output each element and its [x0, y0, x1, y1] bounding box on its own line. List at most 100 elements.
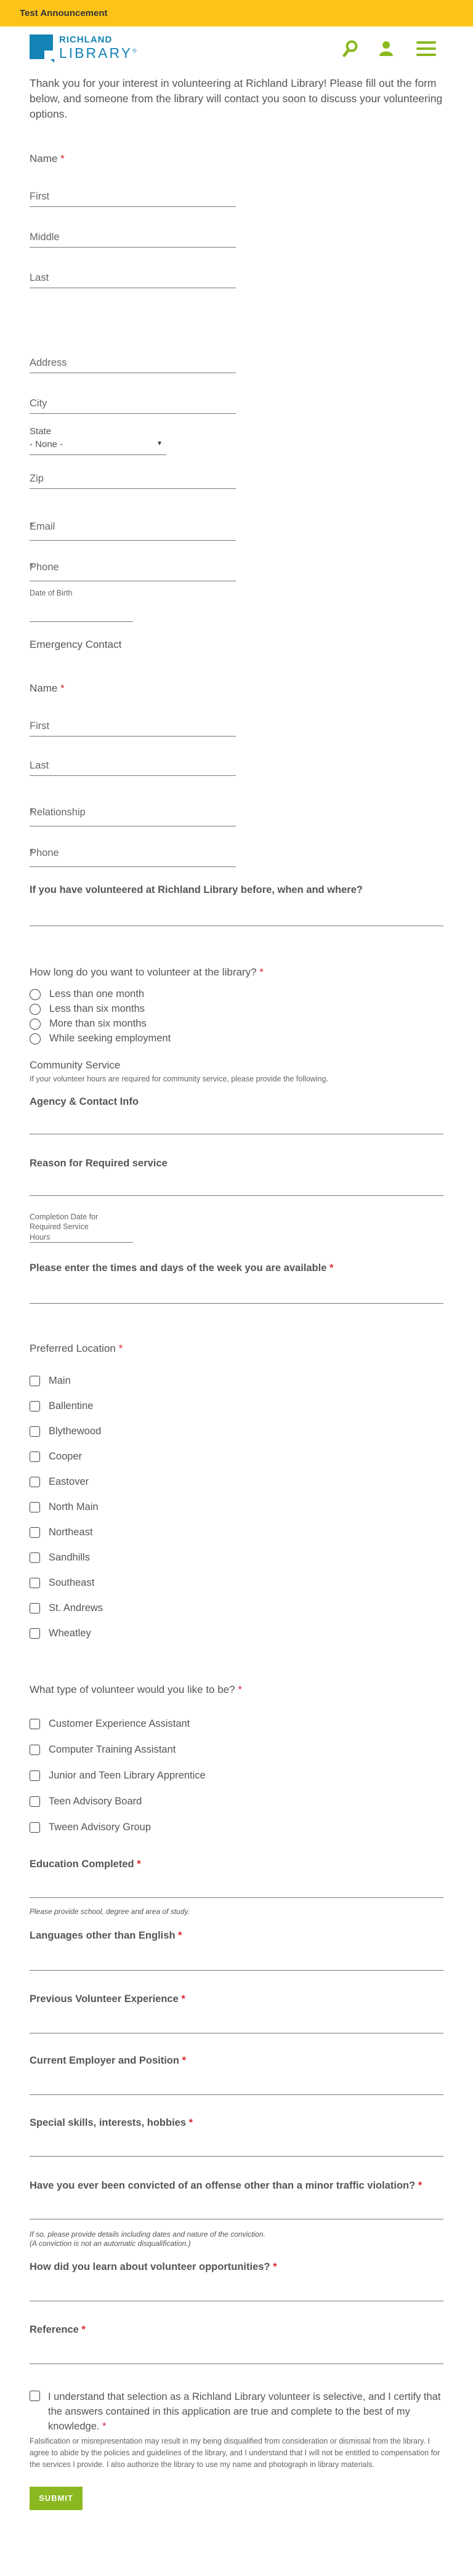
location-option-label: Cooper: [49, 1451, 83, 1462]
completion-hours-field[interactable]: [30, 1232, 133, 1243]
volunteer-type-option[interactable]: Customer Experience Assistant: [30, 1718, 190, 1730]
education-field[interactable]: [30, 1872, 443, 1898]
location-option[interactable]: Eastover: [30, 1476, 89, 1488]
agency-field[interactable]: [30, 1108, 443, 1134]
hamburger-menu-icon[interactable]: [416, 40, 436, 57]
checkbox[interactable]: [30, 1628, 40, 1639]
checkbox[interactable]: [30, 1796, 40, 1807]
employer-label-text: Current Employer and Position: [30, 2055, 179, 2066]
location-option[interactable]: Wheatley: [30, 1628, 91, 1640]
volunteer-type-option[interactable]: Teen Advisory Board: [30, 1796, 142, 1808]
library-logo-icon[interactable]: [30, 34, 54, 63]
reference-field[interactable]: [30, 2338, 443, 2364]
address-field[interactable]: Address: [30, 350, 236, 373]
duration-option[interactable]: More than six months: [30, 1018, 147, 1030]
checkbox[interactable]: [30, 1552, 40, 1564]
radio-button[interactable]: [30, 1033, 41, 1044]
checkbox[interactable]: [30, 1376, 40, 1387]
address-placeholder: Address: [30, 357, 67, 368]
certify-text-body: I understand that selection as a Richlan…: [48, 2391, 441, 2432]
zip-field[interactable]: Zip: [30, 466, 236, 489]
relationship-field[interactable]: Relationship *: [30, 803, 236, 826]
checkbox[interactable]: [30, 1578, 40, 1589]
radio-button[interactable]: [30, 988, 41, 1000]
previous-experience-field[interactable]: [30, 2008, 443, 2033]
library-logo-text[interactable]: RICHLAND LIBRARY®: [59, 35, 139, 60]
emergency-phone-field[interactable]: Phone *: [30, 844, 236, 867]
checkbox[interactable]: [30, 1401, 40, 1412]
conviction-note: If so, please provide details including …: [30, 2230, 265, 2239]
checkbox[interactable]: [30, 1527, 40, 1538]
location-option[interactable]: Ballentine: [30, 1400, 93, 1413]
radio-button[interactable]: [30, 1003, 41, 1015]
fine-print: Falsification or misrepresentation may r…: [30, 2437, 440, 2469]
availability-field[interactable]: [30, 1278, 443, 1304]
checkbox[interactable]: [30, 1502, 40, 1513]
reason-field[interactable]: [30, 1170, 443, 1196]
email-field[interactable]: Email *: [30, 517, 236, 541]
required-mark: *: [178, 1930, 182, 1941]
checkbox[interactable]: [30, 1822, 40, 1833]
emergency-last-field[interactable]: Last: [30, 753, 236, 776]
education-label: Education Completed *: [30, 1859, 141, 1870]
location-option[interactable]: St. Andrews: [30, 1602, 103, 1615]
last-name-field[interactable]: Last: [30, 265, 236, 288]
required-mark: *: [418, 2180, 422, 2191]
volunteer-type-option[interactable]: Junior and Teen Library Apprentice: [30, 1770, 206, 1782]
first-placeholder: First: [30, 191, 50, 202]
required-mark: *: [81, 2324, 86, 2335]
location-option[interactable]: Main: [30, 1375, 71, 1387]
agency-label: Agency & Contact Info: [30, 1096, 139, 1107]
checkbox[interactable]: [30, 1770, 40, 1782]
location-option[interactable]: North Main: [30, 1501, 99, 1514]
middle-name-field[interactable]: Middle: [30, 224, 236, 248]
skills-field[interactable]: [30, 2131, 443, 2157]
checkbox[interactable]: [30, 1477, 40, 1488]
submit-button[interactable]: SUBMIT: [30, 2487, 83, 2510]
community-heading: Community Service: [30, 1059, 121, 1071]
duration-option[interactable]: Less than one month: [30, 988, 144, 1001]
duration-question: How long do you want to volunteer at the…: [30, 966, 264, 979]
search-icon[interactable]: [342, 40, 358, 59]
phone-field[interactable]: Phone *: [30, 558, 236, 581]
location-option[interactable]: Southeast: [30, 1577, 94, 1589]
city-field[interactable]: City: [30, 390, 236, 414]
checkbox[interactable]: [30, 1603, 40, 1614]
location-option[interactable]: Cooper: [30, 1451, 82, 1463]
duration-option[interactable]: Less than six months: [30, 1003, 145, 1015]
certify-checkbox[interactable]: [30, 2391, 40, 2401]
person-icon[interactable]: [379, 40, 394, 57]
checkbox[interactable]: [30, 1719, 40, 1730]
volunteer-type-option-label: Junior and Teen Library Apprentice: [49, 1770, 206, 1781]
location-option[interactable]: Northeast: [30, 1527, 93, 1539]
state-select[interactable]: - None - ▼: [30, 437, 166, 455]
volunteer-type-option-label: Customer Experience Assistant: [49, 1718, 190, 1729]
emergency-first-field[interactable]: First: [30, 713, 236, 737]
checkbox[interactable]: [30, 1426, 40, 1437]
conviction-field[interactable]: [30, 2194, 443, 2219]
radio-button[interactable]: [30, 1018, 41, 1030]
volunteer-type-option[interactable]: Computer Training Assistant: [30, 1744, 176, 1756]
community-help: If your volunteer hours are required for…: [30, 1075, 328, 1083]
certify-text: I understand that selection as a Richlan…: [48, 2389, 443, 2434]
volunteer-type-option[interactable]: Tween Advisory Group: [30, 1822, 151, 1834]
languages-field[interactable]: [30, 1945, 443, 1971]
duration-option-label: Less than one month: [49, 988, 145, 999]
emergency-phone-placeholder-text: Phone: [30, 847, 59, 858]
previously-volunteered-field[interactable]: [30, 900, 443, 926]
heard-about-field[interactable]: [30, 2275, 443, 2301]
duration-option[interactable]: While seeking employment: [30, 1033, 171, 1045]
location-option[interactable]: Blythewood: [30, 1426, 101, 1438]
dob-field[interactable]: [30, 602, 133, 622]
checkbox[interactable]: [30, 1745, 40, 1756]
checkbox[interactable]: [30, 1452, 40, 1463]
education-note: Please provide school, degree and area o…: [30, 1907, 190, 1916]
reason-label: Reason for Required service: [30, 1158, 168, 1169]
conviction-label-text: Have you ever been convicted of an offen…: [30, 2180, 416, 2191]
location-option[interactable]: Sandhills: [30, 1552, 90, 1564]
education-label-text: Education Completed: [30, 1859, 134, 1870]
first-name-field[interactable]: First: [30, 184, 236, 207]
certify-row[interactable]: I understand that selection as a Richlan…: [30, 2389, 443, 2434]
announcement-bar[interactable]: Test Announcement: [0, 0, 473, 26]
employer-field[interactable]: [30, 2069, 443, 2095]
